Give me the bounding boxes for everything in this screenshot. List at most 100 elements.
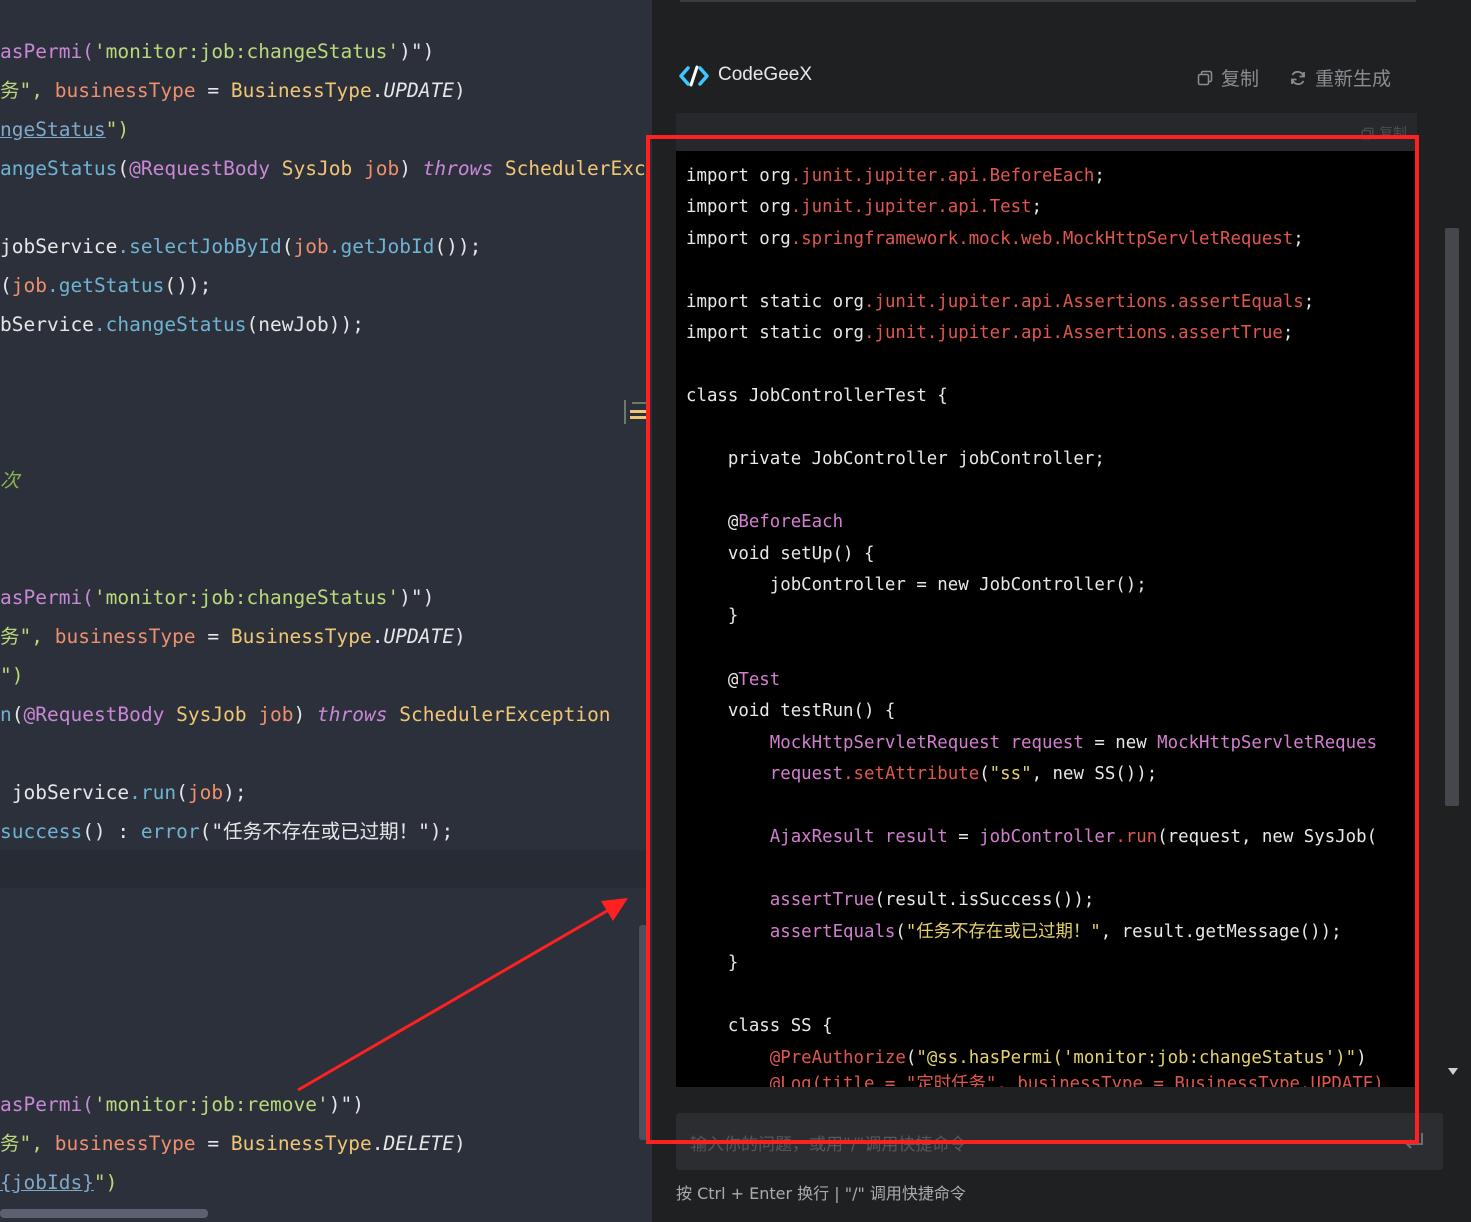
refresh-icon bbox=[1291, 70, 1305, 85]
code-token: ( bbox=[0, 274, 12, 297]
editor-horizontal-scrollbar[interactable] bbox=[0, 1209, 208, 1218]
code-token: SysJob bbox=[164, 703, 259, 726]
code-token: ") bbox=[93, 1171, 118, 1194]
code-token: .changeStatus bbox=[93, 313, 247, 336]
code-token: BusinessType bbox=[230, 625, 372, 648]
code-token: )") bbox=[399, 586, 435, 609]
code-token: () : bbox=[82, 820, 141, 843]
code-token: ()); bbox=[434, 235, 482, 258]
code-token: asPermi( bbox=[0, 40, 94, 63]
code-token: @RequestBody bbox=[23, 703, 165, 726]
code-token: 'monitor:job:remove' bbox=[93, 1093, 329, 1116]
editor-code-line: 务", businessType = BusinessType.DELETE) bbox=[0, 1132, 466, 1156]
editor-code-line: success() : error("任务不存在或已过期！"); bbox=[0, 820, 453, 844]
code-token: ) bbox=[293, 703, 318, 726]
panel-header: CodeGeeX 复制 重新生成 bbox=[652, 45, 1442, 105]
code-token: ngeStatus bbox=[0, 118, 106, 141]
annotation-highlight-box bbox=[646, 135, 1419, 1144]
code-token: = bbox=[195, 1132, 231, 1155]
code-token: error bbox=[140, 820, 200, 843]
code-token: BusinessType bbox=[230, 1132, 372, 1155]
copy-button[interactable]: 复制 bbox=[1197, 64, 1259, 91]
code-token: job bbox=[293, 235, 329, 258]
code-token: .selectJobById bbox=[117, 235, 282, 258]
code-token: SchedulerExc bbox=[493, 157, 646, 180]
code-token: jobService bbox=[0, 235, 118, 258]
code-token: ( bbox=[281, 235, 294, 258]
codegeex-logo-icon bbox=[679, 65, 709, 87]
code-token: )") bbox=[328, 1093, 364, 1116]
editor-code-line: angeStatus(@RequestBody SysJob job) thro… bbox=[0, 157, 646, 181]
code-token: ") bbox=[105, 118, 130, 141]
code-token: UPDATE bbox=[383, 625, 454, 648]
current-line-highlight bbox=[0, 850, 648, 888]
code-token: SchedulerException bbox=[387, 703, 611, 726]
shortcut-hint: 按 Ctrl + Enter 换行 | "/" 调用快捷命令 bbox=[676, 1184, 966, 1203]
editor-code-line: (job.getStatus()); bbox=[0, 274, 211, 298]
scroll-down-arrow-icon[interactable] bbox=[1448, 1068, 1458, 1075]
regenerate-label: 重新生成 bbox=[1315, 68, 1392, 90]
code-token: businessType bbox=[54, 1132, 196, 1155]
editor-code-line: jobService.selectJobById(job.getJobId())… bbox=[0, 235, 481, 259]
code-token: = bbox=[195, 79, 231, 102]
code-token: .run bbox=[129, 781, 177, 804]
gutter-marker-icon[interactable] bbox=[622, 398, 646, 426]
panel-top-divider bbox=[680, 0, 1416, 2]
code-token: DELETE bbox=[383, 1132, 454, 1155]
editor-code-line: 次 bbox=[0, 469, 20, 493]
editor-code-line: asPermi('monitor:job:changeStatus')") bbox=[0, 40, 434, 64]
code-token: job bbox=[363, 157, 400, 180]
code-token: .getJobId bbox=[328, 235, 435, 258]
code-token: ) bbox=[399, 157, 423, 180]
code-token: UPDATE bbox=[383, 79, 454, 102]
code-token: . bbox=[371, 79, 384, 102]
brand-name: CodeGeeX bbox=[718, 64, 813, 85]
code-token: ); bbox=[223, 781, 247, 804]
code-token: ) bbox=[453, 79, 466, 102]
code-token: ( bbox=[117, 157, 130, 180]
code-token: ) bbox=[453, 1132, 466, 1155]
code-token: job bbox=[187, 781, 224, 804]
editor-code-line: asPermi('monitor:job:remove')") bbox=[0, 1093, 364, 1117]
code-token: . bbox=[371, 625, 384, 648]
code-token: ") bbox=[0, 664, 24, 687]
code-token: n bbox=[0, 703, 12, 726]
code-token: throws bbox=[317, 703, 388, 726]
code-token: BusinessType bbox=[230, 79, 372, 102]
code-token: )") bbox=[399, 40, 435, 63]
code-token: ()); bbox=[164, 274, 212, 297]
code-token: job bbox=[258, 703, 294, 726]
code-token: = bbox=[195, 625, 231, 648]
code-token: ) bbox=[453, 625, 466, 648]
code-token: jobService bbox=[0, 781, 130, 804]
editor-code-line: bService.changeStatus(newJob)); bbox=[0, 313, 364, 337]
code-token: .getStatus bbox=[46, 274, 165, 297]
editor-code-line: asPermi('monitor:job:changeStatus')") bbox=[0, 586, 434, 610]
editor-code-line: {jobIds}") bbox=[0, 1171, 117, 1195]
code-token: (newJob)); bbox=[246, 313, 364, 336]
code-token: SysJob bbox=[270, 157, 364, 180]
code-token: angeStatus bbox=[0, 157, 118, 180]
code-token: 务", bbox=[0, 1132, 55, 1155]
code-token: ( bbox=[176, 781, 188, 804]
editor-code-line: ") bbox=[0, 664, 23, 688]
code-token: ( bbox=[11, 703, 24, 726]
copy-label: 复制 bbox=[1221, 68, 1260, 90]
code-token: 务", bbox=[0, 79, 55, 102]
code-editor[interactable]: asPermi('monitor:job:changeStatus')") 务",… bbox=[0, 0, 652, 1222]
code-token: 'monitor:job:changeStatus' bbox=[93, 40, 400, 63]
editor-code-line: n(@RequestBody SysJob job) throws Schedu… bbox=[0, 703, 611, 727]
copy-icon bbox=[1197, 70, 1213, 85]
editor-code-line: 务", businessType = BusinessType.UPDATE) bbox=[0, 625, 466, 649]
editor-code-line: 务", businessType = BusinessType.UPDATE) bbox=[0, 79, 466, 103]
code-token: 次 bbox=[0, 469, 20, 492]
code-token: {jobIds} bbox=[0, 1171, 94, 1194]
regenerate-button[interactable]: 重新生成 bbox=[1289, 64, 1391, 91]
panel-scrollbar-thumb[interactable] bbox=[1445, 228, 1459, 806]
code-token: businessType bbox=[54, 625, 196, 648]
code-token: ("任务不存在或已过期！"); bbox=[199, 820, 454, 843]
code-token: businessType bbox=[54, 79, 196, 102]
code-token: 务", bbox=[0, 625, 55, 648]
editor-code-line: jobService.run(job); bbox=[0, 781, 247, 805]
code-token: bService bbox=[0, 313, 94, 336]
